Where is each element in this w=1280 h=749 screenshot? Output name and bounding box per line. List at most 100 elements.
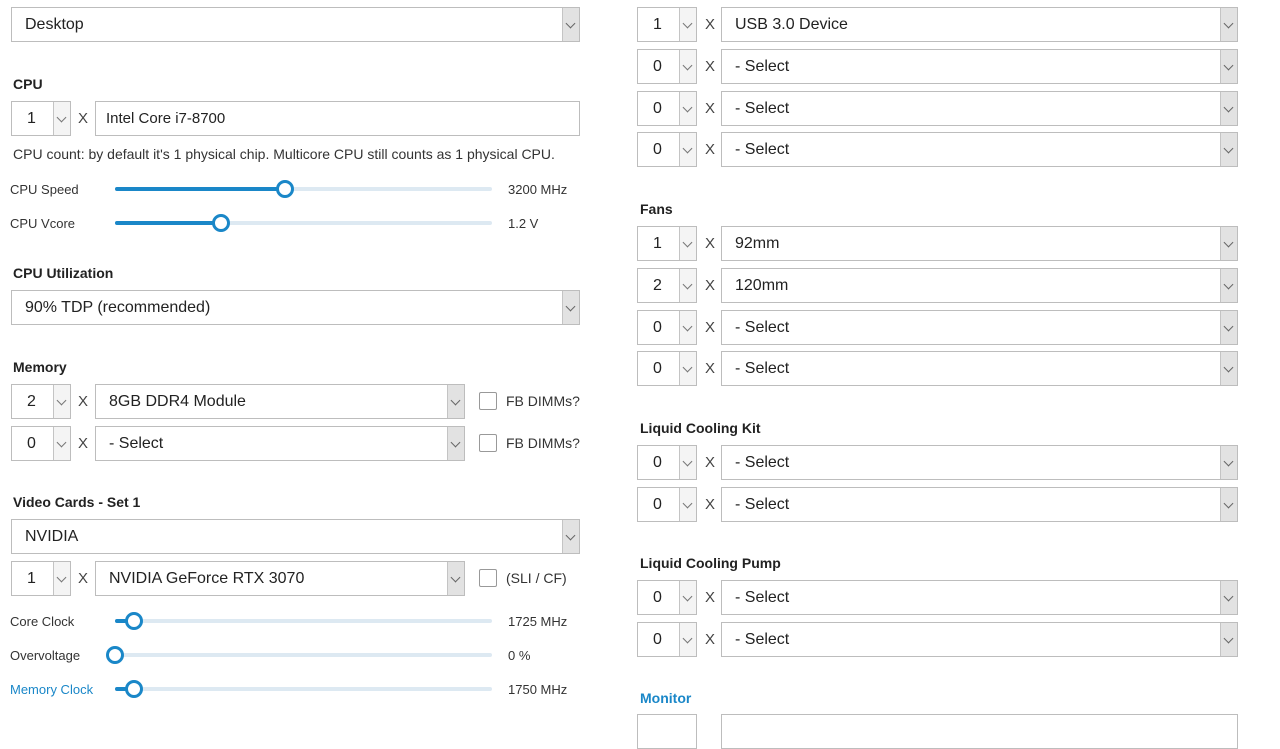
memory-module-select[interactable]: - Select [95, 426, 465, 461]
fan-type-select[interactable]: 92mm [721, 226, 1238, 261]
chevron-down-icon[interactable] [53, 562, 70, 595]
multiply-x: X [705, 277, 716, 294]
fan-type-select[interactable]: - Select [721, 310, 1238, 345]
sli-cf-checkbox[interactable] [479, 569, 497, 587]
liquid-pump-type-select[interactable]: - Select [721, 622, 1238, 657]
chevron-down-icon[interactable] [1220, 352, 1237, 385]
chevron-down-icon[interactable] [447, 562, 464, 595]
chevron-down-icon[interactable] [1220, 92, 1237, 125]
chevron-down-icon[interactable] [447, 427, 464, 460]
liquid-kit-type-select[interactable]: - Select [721, 487, 1238, 522]
usb-type-select[interactable]: USB 3.0 Device [721, 7, 1238, 42]
liquid-pump-type-select[interactable]: - Select [721, 580, 1238, 615]
memory-module-select[interactable]: 8GB DDR4 Module [95, 384, 465, 419]
chevron-down-icon[interactable] [1220, 227, 1237, 260]
chevron-down-icon[interactable] [1220, 623, 1237, 656]
monitor-heading[interactable]: Monitor [640, 690, 691, 706]
cpu-utilization-select[interactable]: 90% TDP (recommended) [11, 290, 580, 325]
cpu-model-input[interactable]: Intel Core i7-8700 [95, 101, 580, 136]
liquid-kit-type-value: - Select [735, 496, 790, 513]
video-model-select[interactable]: NVIDIA GeForce RTX 3070 [95, 561, 465, 596]
video-qty-select[interactable]: 1 [11, 561, 71, 596]
chevron-down-icon[interactable] [679, 92, 696, 125]
slider-handle[interactable] [124, 612, 143, 630]
chevron-down-icon[interactable] [679, 311, 696, 344]
memory-qty-select[interactable]: 0 [11, 426, 71, 461]
liquid-kit-type-select[interactable]: - Select [721, 445, 1238, 480]
monitor-qty-select[interactable] [637, 714, 697, 749]
slider-handle[interactable] [211, 214, 230, 232]
memory-qty-select[interactable]: 2 [11, 384, 71, 419]
chevron-down-icon[interactable] [447, 385, 464, 418]
chevron-down-icon[interactable] [1220, 446, 1237, 479]
multiply-x: X [705, 496, 716, 513]
liquid-kit-qty-select[interactable]: 0 [637, 445, 697, 480]
system-type-select[interactable]: Desktop [11, 7, 580, 42]
memory-clock-slider[interactable] [115, 680, 492, 698]
overvoltage-slider[interactable] [106, 646, 492, 664]
slider-handle[interactable] [275, 180, 294, 198]
chevron-down-icon[interactable] [1220, 50, 1237, 83]
memory-qty-value: 2 [27, 393, 36, 410]
usb-qty-select[interactable]: 0 [637, 132, 697, 167]
fb-dimms-checkbox[interactable] [479, 392, 497, 410]
cpu-qty-select[interactable]: 1 [11, 101, 71, 136]
liquid-pump-qty-select[interactable]: 0 [637, 580, 697, 615]
fan-type-select[interactable]: 120mm [721, 268, 1238, 303]
chevron-down-icon[interactable] [679, 581, 696, 614]
fan-qty-select[interactable]: 0 [637, 310, 697, 345]
slider-handle[interactable] [106, 646, 124, 664]
memory-clock-label[interactable]: Memory Clock [10, 682, 93, 697]
liquid-pump-qty-select[interactable]: 0 [637, 622, 697, 657]
slider-fill [115, 187, 285, 191]
chevron-down-icon[interactable] [1220, 311, 1237, 344]
cpu-heading: CPU [13, 76, 43, 92]
chevron-down-icon[interactable] [679, 227, 696, 260]
liquid-pump-type-value: - Select [735, 631, 790, 648]
usb-qty-select[interactable]: 0 [637, 49, 697, 84]
liquid-pump-qty-value: 0 [653, 589, 662, 606]
core-clock-slider[interactable] [115, 612, 492, 630]
slider-handle[interactable] [124, 680, 143, 698]
chevron-down-icon[interactable] [1220, 133, 1237, 166]
fan-qty-select[interactable]: 2 [637, 268, 697, 303]
chevron-down-icon[interactable] [679, 269, 696, 302]
usb-type-select[interactable]: - Select [721, 49, 1238, 84]
fan-type-select[interactable]: - Select [721, 351, 1238, 386]
chevron-down-icon[interactable] [1220, 269, 1237, 302]
chevron-down-icon[interactable] [562, 520, 579, 553]
chevron-down-icon[interactable] [53, 385, 70, 418]
video-brand-select[interactable]: NVIDIA [11, 519, 580, 554]
chevron-down-icon[interactable] [679, 446, 696, 479]
chevron-down-icon[interactable] [679, 133, 696, 166]
chevron-down-icon[interactable] [562, 291, 579, 324]
fan-qty-select[interactable]: 1 [637, 226, 697, 261]
fan-type-value: - Select [735, 360, 790, 377]
liquid-kit-type-value: - Select [735, 454, 790, 471]
usb-type-select[interactable]: - Select [721, 132, 1238, 167]
chevron-down-icon[interactable] [679, 488, 696, 521]
chevron-down-icon[interactable] [679, 50, 696, 83]
chevron-down-icon[interactable] [1220, 581, 1237, 614]
fb-dimms-checkbox[interactable] [479, 434, 497, 452]
multiply-x: X [78, 435, 89, 452]
chevron-down-icon[interactable] [1220, 488, 1237, 521]
usb-qty-select[interactable]: 0 [637, 91, 697, 126]
liquid-kit-qty-select[interactable]: 0 [637, 487, 697, 522]
chevron-down-icon[interactable] [53, 102, 70, 135]
cpu-vcore-slider[interactable] [115, 214, 492, 232]
usb-type-select[interactable]: - Select [721, 91, 1238, 126]
fan-qty-select[interactable]: 0 [637, 351, 697, 386]
usb-qty-select[interactable]: 1 [637, 7, 697, 42]
chevron-down-icon[interactable] [679, 8, 696, 41]
cpu-speed-slider[interactable] [115, 180, 492, 198]
liquid-pump-type-value: - Select [735, 589, 790, 606]
fan-type-value: 120mm [735, 277, 789, 294]
monitor-select[interactable] [721, 714, 1238, 749]
chevron-down-icon[interactable] [679, 352, 696, 385]
chevron-down-icon[interactable] [562, 8, 579, 41]
chevron-down-icon[interactable] [679, 623, 696, 656]
usb-qty-value: 0 [653, 141, 662, 158]
chevron-down-icon[interactable] [53, 427, 70, 460]
chevron-down-icon[interactable] [1220, 8, 1237, 41]
